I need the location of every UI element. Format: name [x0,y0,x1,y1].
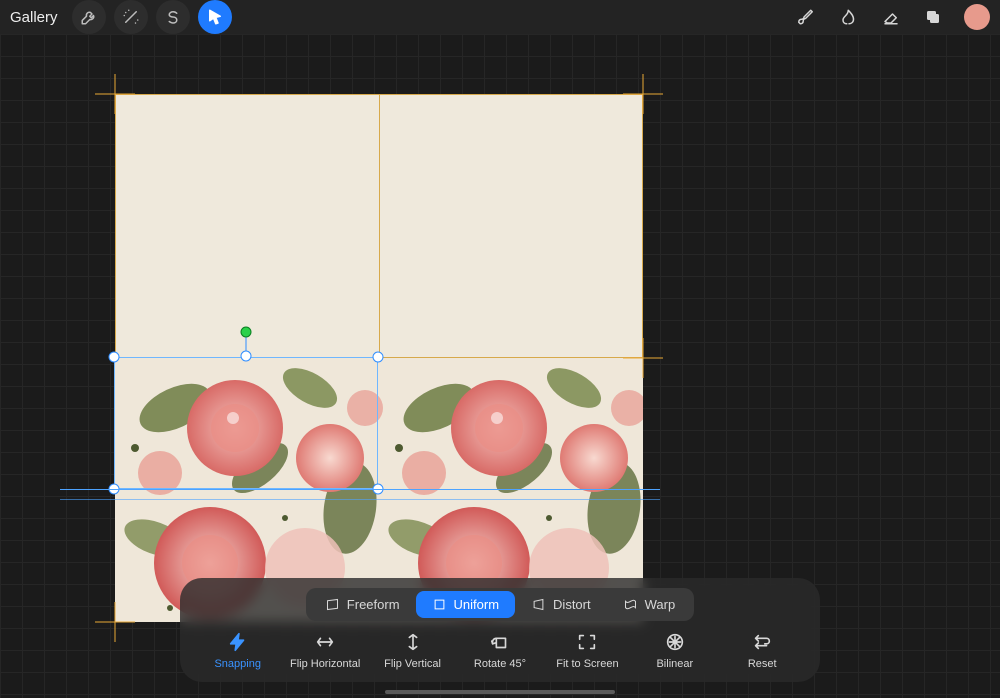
action-rotate-45-label: Rotate 45° [474,658,526,670]
transform-mode-segmented-control: Freeform Uniform Distort Warp [306,588,694,621]
artboard-mid-guide [379,94,380,358]
mode-warp-label: Warp [645,597,676,612]
selection-handle-tl[interactable] [109,352,120,363]
color-picker-button[interactable] [964,4,990,30]
transform-button[interactable] [198,0,232,34]
transform-toolbar: Freeform Uniform Distort Warp Snapping F… [180,578,820,682]
selection-s-icon [164,8,182,26]
rotation-handle[interactable] [241,327,252,338]
top-right-tools [786,0,990,34]
wrench-icon [80,8,98,26]
flip-vertical-icon [402,631,424,653]
mode-distort[interactable]: Distort [515,591,607,618]
action-bilinear-label: Bilinear [656,658,693,670]
uniform-icon [432,597,447,612]
rotation-anchor[interactable] [241,351,252,362]
flip-horizontal-icon [314,631,336,653]
action-flip-vertical-label: Flip Vertical [384,658,441,670]
smudge-icon [840,8,858,26]
snap-guide-horizontal-2 [60,499,660,500]
rotate-icon [489,631,511,653]
actions-button[interactable] [72,0,106,34]
action-fit-to-screen-label: Fit to Screen [556,658,618,670]
mode-distort-label: Distort [553,597,591,612]
action-reset-label: Reset [748,658,777,670]
mode-freeform-label: Freeform [347,597,400,612]
warp-icon [623,597,638,612]
mode-freeform[interactable]: Freeform [309,591,416,618]
mode-uniform-label: Uniform [454,597,500,612]
snapping-icon [227,631,249,653]
eraser-icon [882,8,900,26]
freeform-icon [325,597,340,612]
layers-button[interactable] [916,0,950,34]
action-snapping-label: Snapping [214,658,261,670]
action-rotate-45[interactable]: Rotate 45° [456,631,543,670]
snap-guide-horizontal-1 [60,489,660,490]
action-bilinear[interactable]: Bilinear [631,631,718,670]
distort-icon [531,597,546,612]
smudge-button[interactable] [832,0,866,34]
selection-button[interactable] [156,0,190,34]
home-indicator [385,690,615,694]
fit-screen-icon [576,631,598,653]
action-fit-to-screen[interactable]: Fit to Screen [544,631,631,670]
action-snapping[interactable]: Snapping [194,631,281,670]
selection-handle-tr[interactable] [373,352,384,363]
gallery-button[interactable]: Gallery [10,9,58,26]
action-reset[interactable]: Reset [719,631,806,670]
eraser-button[interactable] [874,0,908,34]
adjustments-button[interactable] [114,0,148,34]
top-toolbar: Gallery [0,0,1000,34]
bilinear-icon [664,631,686,653]
brush-icon [798,8,816,26]
mode-uniform[interactable]: Uniform [416,591,516,618]
reset-icon [751,631,773,653]
action-flip-horizontal[interactable]: Flip Horizontal [281,631,368,670]
selection-bounding-box[interactable] [114,357,378,489]
brush-button[interactable] [790,0,824,34]
layers-icon [924,8,942,26]
mode-warp[interactable]: Warp [607,591,692,618]
transform-actions-row: Snapping Flip Horizontal Flip Vertical R… [194,631,806,670]
arrow-cursor-icon [206,8,224,26]
wand-icon [122,8,140,26]
action-flip-vertical[interactable]: Flip Vertical [369,631,456,670]
action-flip-horizontal-label: Flip Horizontal [290,658,360,670]
